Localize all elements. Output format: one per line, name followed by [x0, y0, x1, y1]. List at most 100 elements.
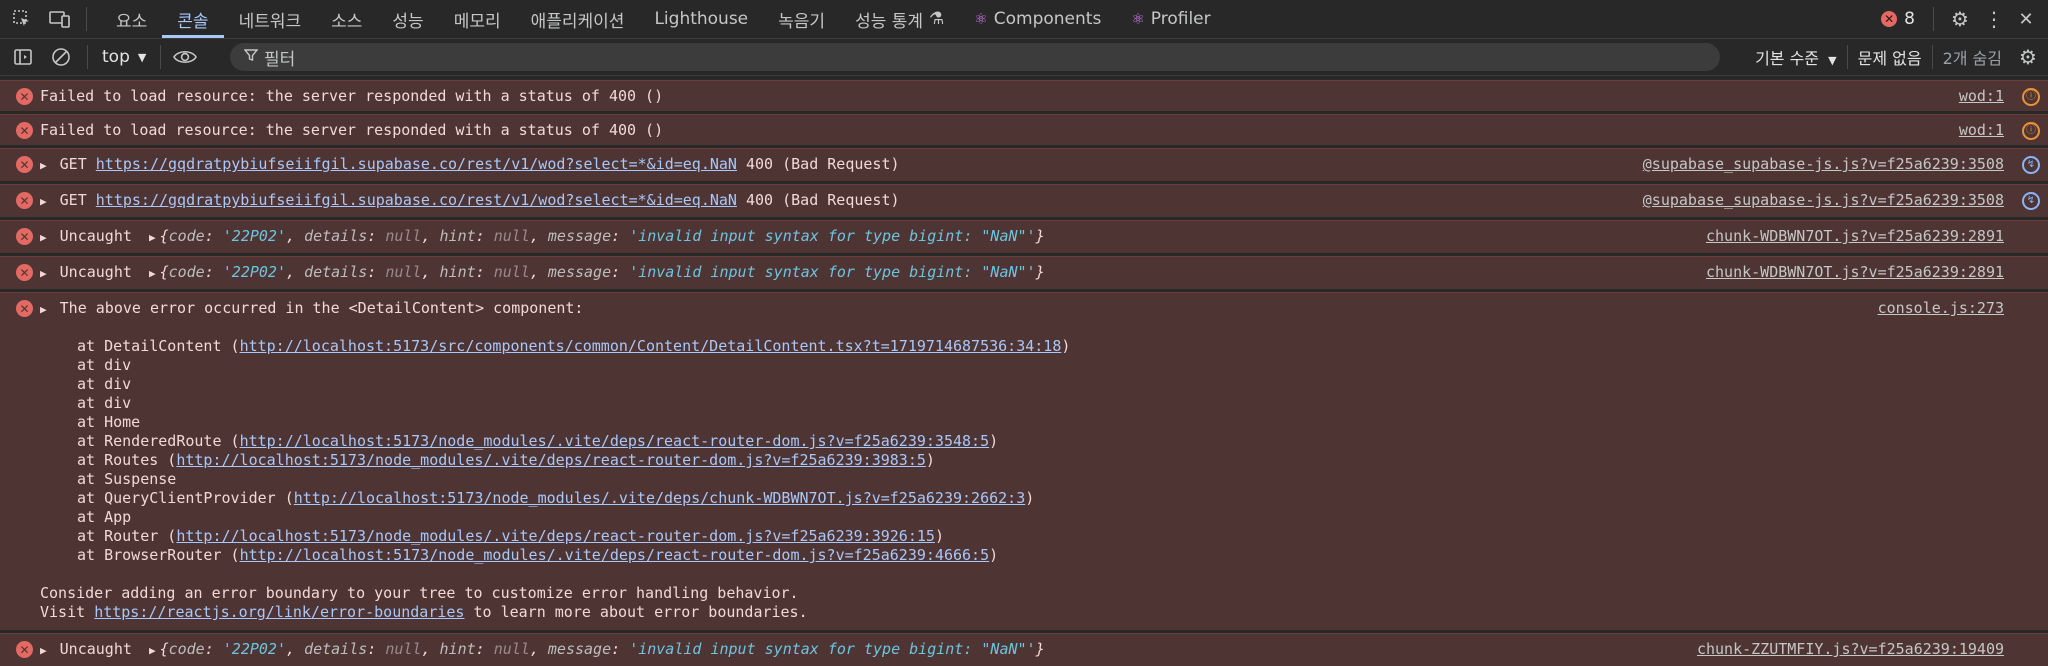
source-link[interactable]: @supabase_supabase-js.js?v=f25a6239:3508: [1643, 190, 2004, 210]
tab-components[interactable]: ⚛ Components: [959, 0, 1116, 38]
live-expression-eye-icon[interactable]: [173, 45, 198, 69]
stack-frame-function: Home: [104, 413, 141, 431]
tab-sources[interactable]: 소스: [316, 0, 377, 38]
stack-frame: at div: [77, 356, 132, 374]
error-icon: ✕: [16, 228, 33, 245]
error-icon: ✕: [16, 122, 33, 139]
stack-frame: at RenderedRoute (http://localhost:5173/…: [77, 432, 999, 450]
divider: [87, 45, 88, 69]
console-error-message[interactable]: ✕ ▶ Uncaught ▶ {code: '22P02', details: n…: [0, 220, 2048, 253]
stack-frame-function: BrowserRouter: [104, 546, 222, 564]
stack-frame: at Routes (http://localhost:5173/node_mo…: [77, 451, 935, 469]
request-method: GET: [59, 191, 87, 209]
uncaught-label: Uncaught: [59, 227, 132, 245]
panel-tabs: 요소 콘솔 네트워크 소스 성능 메모리 애플리케이션 Lighthouse 녹…: [101, 0, 1226, 38]
expand-object-icon[interactable]: ▶: [149, 267, 156, 280]
filter-input[interactable]: 필터: [230, 43, 1720, 71]
expand-triangle-icon[interactable]: ▶: [40, 159, 47, 172]
device-toolbar-icon[interactable]: [48, 7, 72, 31]
expand-triangle-icon[interactable]: ▶: [40, 231, 47, 244]
tab-application[interactable]: 애플리케이션: [516, 0, 640, 38]
ai-explain-icon[interactable]: ⓘ: [2022, 88, 2040, 106]
stack-frame-link[interactable]: http://localhost:5173/node_modules/.vite…: [176, 451, 926, 469]
error-count-button[interactable]: ✕ 8: [1881, 9, 1915, 29]
expand-triangle-icon[interactable]: ▶: [40, 195, 47, 208]
ai-explain-icon[interactable]: ⓘ: [2022, 122, 2040, 140]
expand-object-icon[interactable]: ▶: [149, 644, 156, 657]
context-selector[interactable]: top ▼: [102, 47, 146, 67]
console-error-message[interactable]: ✕ Failed to load resource: the server re…: [0, 114, 2048, 145]
filter-funnel-icon: [243, 48, 259, 66]
console-error-message[interactable]: ✕ ▶ GET https://gqdratpybiufseiifgil.sup…: [0, 148, 2048, 181]
stack-frame: at QueryClientProvider (http://localhost…: [77, 489, 1035, 507]
log-level-dropdown[interactable]: 기본 수준 ▼: [1745, 45, 1847, 69]
tab-console[interactable]: 콘솔: [162, 0, 224, 38]
stack-frame-function: div: [104, 375, 132, 393]
error-object-preview: {code: '22P02', details: null, hint: nul…: [159, 227, 1045, 245]
tab-label: Components: [993, 9, 1102, 29]
console-settings-gear-icon[interactable]: ⚙: [2016, 45, 2040, 69]
tab-lighthouse[interactable]: Lighthouse: [639, 0, 763, 38]
advice-visit-line: Visit https://reactjs.org/link/error-bou…: [40, 603, 2048, 622]
stack-frame-link[interactable]: http://localhost:5173/node_modules/.vite…: [240, 546, 990, 564]
tab-label: Profiler: [1150, 9, 1211, 29]
expand-triangle-icon[interactable]: ▶: [40, 644, 47, 657]
hidden-messages-count: 2개 숨김: [1942, 49, 2002, 68]
stack-frame-function: App: [104, 508, 132, 526]
network-request-icon[interactable]: ↯: [2022, 156, 2040, 174]
source-link[interactable]: wod:1: [1959, 86, 2004, 106]
expand-triangle-icon[interactable]: ▶: [40, 303, 47, 316]
stack-frame-link[interactable]: http://localhost:5173/node_modules/.vite…: [176, 527, 935, 545]
stack-frame-link[interactable]: http://localhost:5173/node_modules/.vite…: [240, 432, 990, 450]
settings-gear-icon[interactable]: ⚙: [1948, 7, 1972, 31]
stack-frame-function: QueryClientProvider: [104, 489, 276, 507]
source-link[interactable]: @supabase_supabase-js.js?v=f25a6239:3508: [1643, 154, 2004, 174]
issues-button[interactable]: 문제 없음: [1848, 45, 1932, 69]
stack-frame: at Router (http://localhost:5173/node_mo…: [77, 527, 944, 545]
source-link[interactable]: chunk-ZZUTMFIY.js?v=f25a6239:19409: [1697, 639, 2004, 659]
divider: [1933, 7, 1934, 31]
tab-profiler[interactable]: ⚛ Profiler: [1116, 0, 1225, 38]
network-request-icon[interactable]: ↯: [2022, 192, 2040, 210]
flask-icon: ⚗: [929, 9, 945, 29]
close-icon[interactable]: ✕: [2014, 7, 2038, 31]
toolbar-right: 기본 수준 ▼ 문제 없음 2개 숨김 ⚙: [1745, 39, 2048, 75]
more-options-icon[interactable]: ⋮: [1982, 7, 2006, 31]
sidebar-toggle-icon[interactable]: [11, 45, 35, 69]
request-url-link[interactable]: https://gqdratpybiufseiifgil.supabase.co…: [96, 191, 737, 209]
tab-memory[interactable]: 메모리: [439, 0, 516, 38]
react-icon: ⚛: [974, 10, 988, 28]
console-error-message-react[interactable]: ✕ ▶ The above error occurred in the <Det…: [0, 292, 2048, 630]
source-link[interactable]: wod:1: [1959, 120, 2004, 140]
stack-frame-function: DetailContent: [104, 337, 222, 355]
expand-object-icon[interactable]: ▶: [149, 231, 156, 244]
console-error-message[interactable]: ✕ ▶ Uncaught ▶ {code: '22P02', details: n…: [0, 256, 2048, 289]
tab-elements[interactable]: 요소: [101, 0, 162, 38]
error-code: '22P02': [222, 227, 286, 245]
clear-console-icon[interactable]: [49, 45, 73, 69]
tab-performance[interactable]: 성능: [377, 0, 438, 38]
stack-frame-link[interactable]: http://localhost:5173/src/components/com…: [240, 337, 1062, 355]
inspect-element-icon[interactable]: [10, 7, 34, 31]
console-error-message[interactable]: ✕ ▶ Uncaught ▶ {code: '22P02', details: n…: [0, 633, 2048, 666]
console-error-message[interactable]: ✕ ▶ GET https://gqdratpybiufseiifgil.sup…: [0, 184, 2048, 217]
dropdown-arrow-icon: ▼: [1828, 54, 1837, 67]
message-text: The above error occurred in the <DetailC…: [59, 299, 584, 317]
source-link[interactable]: chunk-WDBWN7OT.js?v=f25a6239:2891: [1706, 226, 2004, 246]
expand-triangle-icon[interactable]: ▶: [40, 267, 47, 280]
request-url-link[interactable]: https://gqdratpybiufseiifgil.supabase.co…: [96, 155, 737, 173]
error-message: 'invalid input syntax for type bigint: "…: [629, 640, 1036, 658]
context-label: top: [102, 47, 130, 67]
stack-frame-link[interactable]: http://localhost:5173/node_modules/.vite…: [294, 489, 1026, 507]
tab-recorder[interactable]: 녹음기: [763, 0, 840, 38]
tab-network[interactable]: 네트워크: [224, 0, 317, 38]
source-link[interactable]: chunk-WDBWN7OT.js?v=f25a6239:2891: [1706, 262, 2004, 282]
console-messages: ✕ Failed to load resource: the server re…: [0, 76, 2048, 666]
error-object-preview: {code: '22P02', details: null, hint: nul…: [159, 640, 1045, 658]
tab-performance-insights[interactable]: 성능 통계 ⚗: [840, 0, 959, 38]
source-link[interactable]: console.js:273: [1878, 298, 2004, 318]
console-error-message[interactable]: ✕ Failed to load resource: the server re…: [0, 80, 2048, 111]
error-boundaries-link[interactable]: https://reactjs.org/link/error-boundarie…: [94, 603, 464, 621]
error-icon: ✕: [16, 264, 33, 281]
stack-frame-function: Router: [104, 527, 159, 545]
